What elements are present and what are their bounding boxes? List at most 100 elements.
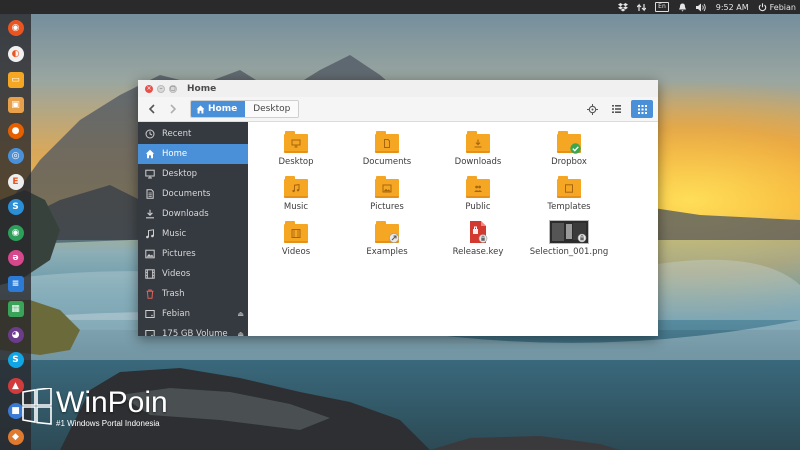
template-folder-icon [557,175,581,199]
trash-icon [145,289,155,299]
window-title: Home [187,83,217,94]
video-icon [145,269,155,279]
grid-view-button[interactable] [631,100,653,118]
launcher-item[interactable]: ◉ [4,221,28,244]
volume-icon[interactable] [695,0,707,14]
file-name-label: Release.key [452,247,504,257]
minimize-button[interactable]: – [157,84,165,93]
software-center-icon: ▣ [7,97,24,114]
launcher-item[interactable]: ● [4,119,28,142]
sidebar-item-label: Febian [162,309,191,319]
sidebar-item-recent[interactable]: Recent [138,124,248,144]
keyboard-layout[interactable]: En [655,0,669,14]
pink-app-icon: ə [7,250,24,267]
folder-pictures[interactable]: Pictures [347,175,427,212]
launcher-item[interactable]: ◕ [4,323,28,346]
title-bar[interactable]: × – ▢ Home [138,80,658,97]
launcher-item[interactable]: ≡ [4,272,28,295]
dropbox-icon[interactable] [618,0,629,14]
skype-icon: S [7,352,24,369]
close-button[interactable]: × [145,84,153,93]
launcher-item[interactable]: ◎ [4,145,28,168]
sidebar-item-label: Downloads [162,209,209,219]
breadcrumb-home[interactable]: Home [191,101,246,117]
launcher-item[interactable]: S [4,349,28,372]
sidebar-item-home[interactable]: Home [138,144,248,164]
home-icon [145,149,155,159]
sidebar-item-desktop[interactable]: Desktop [138,164,248,184]
drive-icon [145,309,155,319]
home-icon [196,105,205,113]
folder-public[interactable]: Public [438,175,518,212]
winpoin-logo-icon [22,388,52,425]
folder-documents[interactable]: Documents [347,130,427,167]
launcher-item[interactable]: ◐ [4,43,28,66]
file-name-label: Selection_001.png [529,247,609,257]
forward-button[interactable] [164,100,182,118]
notification-icon[interactable] [678,0,687,14]
writer-icon: ≡ [7,275,24,292]
watermark: WinPoin #1 Windows Portal Indonesia [22,388,168,428]
breadcrumb-desktop[interactable]: Desktop [245,101,299,117]
drive-icon [145,329,155,336]
session-menu[interactable]: Febian [758,0,796,14]
list-view-icon [611,105,621,113]
sidebar-item-175-gb-volume[interactable]: 175 GB Volume ⏏ [138,324,248,336]
launcher-item[interactable]: ə [4,247,28,270]
back-button[interactable] [143,100,161,118]
file-name-label: Videos [281,247,311,257]
location-button[interactable] [583,101,601,117]
launcher-item[interactable]: ▣ [4,94,28,117]
sidebar-item-music[interactable]: Music [138,224,248,244]
folder-dropbox[interactable]: Dropbox [529,130,609,167]
folder-downloads[interactable]: Downloads [438,130,518,167]
orange-app-icon: ◆ [7,428,24,445]
sidebar-item-label: Pictures [162,249,196,259]
sidebar-item-pictures[interactable]: Pictures [138,244,248,264]
watermark-subtitle: #1 Windows Portal Indonesia [56,419,160,428]
list-view-button[interactable] [607,101,625,117]
download-icon [145,209,155,219]
file-name-label: Templates [547,202,591,212]
folder-examples[interactable]: Examples [347,220,427,257]
launcher-item[interactable]: ◆ [4,426,28,449]
grid-view-icon [637,104,647,114]
launcher-item[interactable]: E [4,170,28,193]
eye-app-icon: ◉ [7,224,24,241]
launcher-item[interactable]: ◉ [4,17,28,40]
sidebar-item-trash[interactable]: Trash [138,284,248,304]
document-folder-icon [375,130,399,154]
music-folder-icon [284,175,308,199]
file-release-key[interactable]: Release.key [438,220,518,257]
folder-videos[interactable]: Videos [256,220,336,257]
music-icon [145,229,155,239]
clock[interactable]: 9:52 AM [716,0,749,14]
breadcrumb: Home Desktop [190,100,300,118]
folder-desktop[interactable]: Desktop [256,130,336,167]
dropbox-folder-icon [557,130,581,154]
network-icon[interactable] [637,0,647,14]
sidebar-item-label: Recent [162,129,192,139]
sidebar-item-videos[interactable]: Videos [138,264,248,284]
folder-music[interactable]: Music [256,175,336,212]
file-name-label: Examples [366,247,408,257]
file-name-label: Desktop [278,157,314,167]
chevron-right-icon [170,104,177,114]
sidebar-item-documents[interactable]: Documents [138,184,248,204]
files-icon: ▭ [7,71,24,88]
chromium-icon: ◎ [7,148,24,165]
top-panel: En 9:52 AM Febian [0,0,800,14]
sidebar-item-downloads[interactable]: Downloads [138,204,248,224]
launcher-item[interactable]: ▭ [4,68,28,91]
launcher-item[interactable]: S [4,196,28,219]
sidebar-item-febian[interactable]: Febian ⏏ [138,304,248,324]
folder-templates[interactable]: Templates [529,175,609,212]
eject-icon[interactable]: ⏏ [237,310,244,318]
file-grid-view[interactable]: Desktop Documents Downloads Dropbox Music Pic… [248,122,658,336]
launcher-item[interactable]: ▦ [4,298,28,321]
maximize-button[interactable]: ▢ [169,84,177,93]
eject-icon[interactable]: ⏏ [237,330,244,336]
watermark-title: WinPoin [56,386,168,419]
ubuntu-dash-icon: ◉ [7,20,24,37]
file-selection-001-png[interactable]: Selection_001.png [529,220,609,257]
